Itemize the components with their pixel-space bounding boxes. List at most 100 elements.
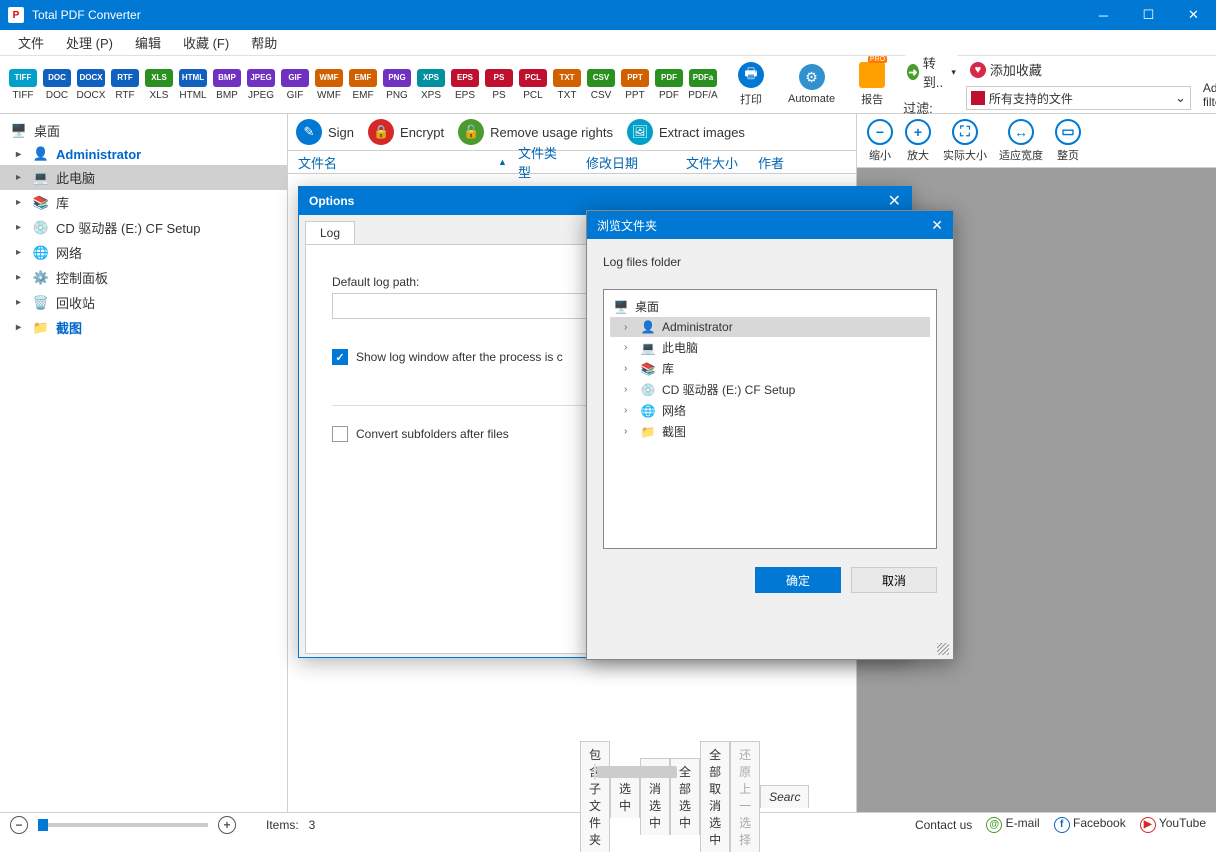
maximize-button[interactable]: ☐ bbox=[1126, 0, 1171, 30]
format-emf[interactable]: EMFEMF bbox=[346, 69, 380, 101]
col-size[interactable]: 文件大小 bbox=[676, 153, 748, 172]
format-ppt[interactable]: PPTPPT bbox=[618, 69, 652, 101]
browse-tree-item[interactable]: ›🌐网络 bbox=[610, 400, 930, 421]
email-link[interactable]: @ E-mail bbox=[986, 816, 1039, 833]
tab-uncheck-all[interactable]: 全部取消选中 bbox=[700, 741, 730, 852]
youtube-link[interactable]: ▶ YouTube bbox=[1140, 816, 1206, 833]
contact-link[interactable]: Contact us bbox=[915, 818, 972, 832]
expand-arrow-icon: ▸ bbox=[16, 297, 26, 308]
zoom-slider[interactable] bbox=[38, 823, 208, 827]
remove-rights-button[interactable]: 🔓Remove usage rights bbox=[458, 119, 613, 145]
col-author[interactable]: 作者 bbox=[748, 153, 808, 172]
tree-root[interactable]: 🖥️ 桌面 bbox=[0, 118, 287, 143]
cancel-button[interactable]: 取消 bbox=[851, 567, 937, 593]
facebook-link[interactable]: f Facebook bbox=[1054, 816, 1126, 833]
print-button[interactable]: 🖶 打印 bbox=[732, 62, 770, 107]
gif-badge-icon: GIF bbox=[281, 69, 309, 87]
format-pdf[interactable]: PDFPDF bbox=[652, 69, 686, 101]
advanced-filter-link[interactable]: Advanced filter bbox=[1203, 81, 1216, 113]
format-rtf[interactable]: RTFRTF bbox=[108, 69, 142, 101]
col-date[interactable]: 修改日期 bbox=[576, 153, 676, 172]
close-button[interactable]: ✕ bbox=[1171, 0, 1216, 30]
browse-tree-item[interactable]: ›💻此电脑 bbox=[610, 337, 930, 358]
tree-item[interactable]: ▸💻此电脑 bbox=[0, 165, 287, 190]
resize-grip[interactable] bbox=[937, 643, 949, 655]
format-ps[interactable]: PSPS bbox=[482, 69, 516, 101]
extract-images-button[interactable]: 🖼Extract images bbox=[627, 119, 745, 145]
format-jpeg[interactable]: JPEGJPEG bbox=[244, 69, 278, 101]
whole-page-button[interactable]: ▭整页 bbox=[1055, 119, 1081, 163]
format-wmf[interactable]: WMFWMF bbox=[312, 69, 346, 101]
bmp-badge-icon: BMP bbox=[213, 69, 241, 87]
toolbar: TIFFTIFFDOCDOCDOCXDOCXRTFRTFXLSXLSHTMLHT… bbox=[0, 56, 1216, 114]
emf-badge-icon: EMF bbox=[349, 69, 377, 87]
format-csv[interactable]: CSVCSV bbox=[584, 69, 618, 101]
tree-item[interactable]: ▸🗑️回收站 bbox=[0, 290, 287, 315]
menu-处理 (P)[interactable]: 处理 (P) bbox=[56, 30, 123, 55]
tab-check[interactable]: 选中 bbox=[610, 775, 640, 818]
menu-收藏 (F)[interactable]: 收藏 (F) bbox=[173, 30, 239, 55]
browse-tree-item[interactable]: ›📁截图 bbox=[610, 421, 930, 442]
zoom-out-button[interactable]: −缩小 bbox=[867, 119, 893, 163]
format-gif[interactable]: GIFGIF bbox=[278, 69, 312, 101]
pcl-badge-icon: PCL bbox=[519, 69, 547, 87]
actual-size-button[interactable]: ⛶实际大小 bbox=[943, 119, 987, 163]
tab-log[interactable]: Log bbox=[305, 221, 355, 244]
unlock-icon: 🔓 bbox=[458, 119, 484, 145]
format-xps[interactable]: XPSXPS bbox=[414, 69, 448, 101]
col-name[interactable]: 文件名 bbox=[288, 153, 488, 172]
add-favorite-button[interactable]: ♥ 添加收藏 bbox=[966, 59, 1191, 80]
tree-item[interactable]: ▸📚库 bbox=[0, 190, 287, 215]
minimize-button[interactable]: ─ bbox=[1081, 0, 1126, 30]
convert-to-button[interactable]: ➜ 转到..▾ bbox=[903, 52, 960, 92]
zoom-plus[interactable]: + bbox=[218, 816, 236, 834]
format-pdf/a[interactable]: PDFaPDF/A bbox=[686, 69, 720, 101]
folder-icon: 🌐 bbox=[639, 403, 657, 419]
tab-undo-selection[interactable]: 还原上一选择 bbox=[730, 741, 760, 852]
png-badge-icon: PNG bbox=[383, 69, 411, 87]
zoom-minus[interactable]: − bbox=[10, 816, 28, 834]
browse-tree-item[interactable]: ›💿CD 驱动器 (E:) CF Setup bbox=[610, 379, 930, 400]
zoom-in-button[interactable]: +放大 bbox=[905, 119, 931, 163]
report-button[interactable]: PRO 报告 bbox=[853, 62, 891, 107]
format-bmp[interactable]: BMPBMP bbox=[210, 69, 244, 101]
automate-button[interactable]: ⚙ Automate bbox=[782, 64, 841, 105]
format-docx[interactable]: DOCXDOCX bbox=[74, 69, 108, 101]
format-png[interactable]: PNGPNG bbox=[380, 69, 414, 101]
sign-button[interactable]: ✎Sign bbox=[296, 119, 354, 145]
menu-帮助[interactable]: 帮助 bbox=[241, 30, 287, 55]
options-close-button[interactable]: ✕ bbox=[888, 191, 901, 211]
fit-width-button[interactable]: ↔适应宽度 bbox=[999, 119, 1043, 163]
tree-item[interactable]: ▸💿CD 驱动器 (E:) CF Setup bbox=[0, 215, 287, 240]
format-html[interactable]: HTMLHTML bbox=[176, 69, 210, 101]
ok-button[interactable]: 确定 bbox=[755, 567, 841, 593]
format-doc[interactable]: DOCDOC bbox=[40, 69, 74, 101]
format-xls[interactable]: XLSXLS bbox=[142, 69, 176, 101]
format-pcl[interactable]: PCLPCL bbox=[516, 69, 550, 101]
format-txt[interactable]: TXTTXT bbox=[550, 69, 584, 101]
search-input[interactable]: Searc bbox=[760, 785, 809, 808]
tree-item[interactable]: ▸📁截图 bbox=[0, 315, 287, 340]
browse-tree-item[interactable]: ›👤Administrator bbox=[610, 317, 930, 337]
column-headers[interactable]: 文件名 ▲ 文件类型 修改日期 文件大小 作者 bbox=[288, 150, 856, 174]
tree-item[interactable]: ▸👤Administrator bbox=[0, 143, 287, 165]
menu-文件[interactable]: 文件 bbox=[8, 30, 54, 55]
format-tiff[interactable]: TIFFTIFF bbox=[6, 69, 40, 101]
browse-tree-root[interactable]: 🖥️ 桌面 bbox=[610, 296, 930, 317]
folder-icon: 📁 bbox=[32, 320, 50, 336]
browse-folder-tree[interactable]: 🖥️ 桌面 ›👤Administrator›💻此电脑›📚库›💿CD 驱动器 (E… bbox=[603, 289, 937, 549]
tab-subfolders[interactable]: 包含子文件夹 bbox=[580, 741, 610, 852]
col-type[interactable]: 文件类型 bbox=[508, 143, 576, 181]
tree-item[interactable]: ▸⚙️控制面板 bbox=[0, 265, 287, 290]
browse-tree-item[interactable]: ›📚库 bbox=[610, 358, 930, 379]
pdf-badge-icon: PDF bbox=[655, 69, 683, 87]
doc-badge-icon: DOC bbox=[43, 69, 71, 87]
actual-icon: ⛶ bbox=[952, 119, 978, 145]
tiff-badge-icon: TIFF bbox=[9, 69, 37, 87]
encrypt-button[interactable]: 🔒Encrypt bbox=[368, 119, 444, 145]
tree-item[interactable]: ▸🌐网络 bbox=[0, 240, 287, 265]
browse-close-button[interactable]: ✕ bbox=[931, 217, 943, 234]
filter-dropdown[interactable]: 所有支持的文件 ⌄ bbox=[966, 86, 1191, 110]
menu-编辑[interactable]: 编辑 bbox=[125, 30, 171, 55]
format-eps[interactable]: EPSEPS bbox=[448, 69, 482, 101]
